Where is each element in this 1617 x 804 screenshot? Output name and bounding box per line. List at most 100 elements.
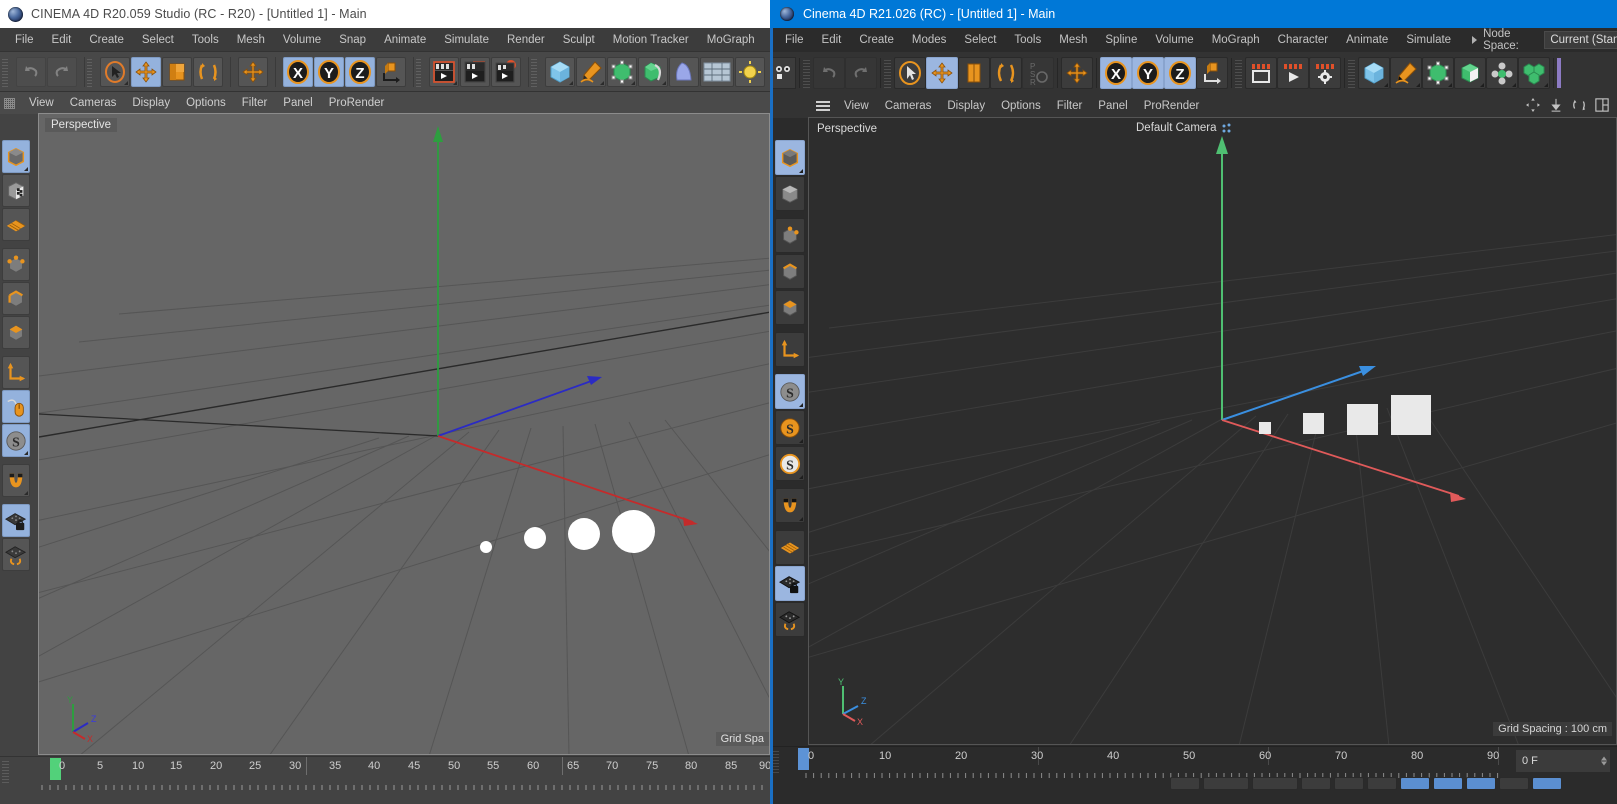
field-icon[interactable] [1518,57,1550,89]
spinner-icon[interactable] [1601,756,1607,766]
menu-item-character[interactable]: Character [1269,28,1338,52]
sphere-object-1[interactable] [480,541,492,553]
menu-item-edit[interactable]: Edit [43,28,81,52]
object-axis-icon[interactable] [2,356,30,389]
cube-object-4[interactable] [1391,395,1431,435]
camera-dots-icon[interactable] [1221,122,1233,140]
autokey-button[interactable] [1499,777,1529,790]
viewport-menu-panel[interactable]: Panel [275,97,320,109]
deformer-icon[interactable] [1454,57,1486,89]
viewport-menu-view[interactable]: View [836,100,877,112]
record-scale-button[interactable] [1433,777,1463,790]
commander-icon[interactable] [772,57,796,89]
magnet-icon[interactable] [2,464,30,497]
timeline-track[interactable]: 0 5 10 15 20 25 30 35 40 45 50 55 60 65 … [12,757,770,804]
scene-icon[interactable] [700,56,734,87]
magnet-icon[interactable] [775,488,805,523]
goto-end-button[interactable] [1334,777,1364,790]
points-icon[interactable] [775,218,805,253]
menu-item-animate[interactable]: Animate [1337,28,1397,52]
snap-mode-icon[interactable]: S [2,424,30,457]
rotate-icon[interactable] [193,56,224,87]
right-viewport[interactable]: Perspective Default Camera Y Z X Grid Sp… [808,117,1617,745]
edges-icon[interactable] [2,282,30,315]
viewport-menu-display[interactable]: Display [124,97,178,109]
axis-x-icon[interactable]: X [282,56,313,87]
menu-item-modes[interactable]: Modes [903,28,956,52]
snap-settings-icon[interactable]: S [775,446,805,481]
viewport-menu-options[interactable]: Options [993,100,1049,112]
toolbar-grip[interactable] [86,56,93,87]
undo-icon[interactable] [15,56,46,87]
pan-icon[interactable] [1526,98,1540,117]
viewport-menu-view[interactable]: View [21,97,62,109]
cube-primitive-icon[interactable] [1358,57,1390,89]
render-settings-icon[interactable] [491,56,522,87]
menu-item-create[interactable]: Create [80,28,133,52]
redo-icon[interactable] [46,56,77,87]
light-icon[interactable] [735,56,765,87]
workplane-icon[interactable] [2,208,30,241]
menu-item-animate[interactable]: Animate [375,28,435,52]
axis-x-icon[interactable]: X [1100,57,1132,89]
axis-z-icon[interactable]: Z [344,56,375,87]
menu-item-select[interactable]: Select [955,28,1005,52]
point-mode-icon[interactable] [2,140,30,173]
dolly-icon[interactable] [1549,98,1563,117]
scale-icon[interactable] [162,56,193,87]
toolbar-grip[interactable] [531,56,537,87]
sphere-object-2[interactable] [524,527,546,549]
grid-dots-icon[interactable] [4,97,15,109]
viewport-menu-prorender[interactable]: ProRender [1136,100,1208,112]
axis-y-icon[interactable]: Y [1132,57,1164,89]
enable-snapping-icon[interactable] [2,390,30,423]
menu-item-tools[interactable]: Tools [183,28,228,52]
workplane-rotate-icon[interactable] [2,538,30,571]
triangle-right-icon[interactable] [1472,36,1478,44]
texture-mode-icon[interactable] [2,174,30,207]
world-object-axis-icon[interactable] [1196,57,1228,89]
viewport-menu-options[interactable]: Options [178,97,234,109]
left-timeline[interactable]: 0 5 10 15 20 25 30 35 40 45 50 55 60 65 … [0,756,770,804]
workplane-rotate-icon[interactable] [775,602,805,637]
scale-icon[interactable] [958,57,990,89]
points-icon[interactable] [2,248,30,281]
axis-z-icon[interactable]: Z [1164,57,1196,89]
viewport-menu-prorender[interactable]: ProRender [321,97,393,109]
timeline-grip[interactable] [772,751,779,773]
cube-primitive-icon[interactable] [545,56,575,87]
sphere-object-4[interactable] [612,510,655,553]
world-object-axis-icon[interactable] [375,56,406,87]
node-space-control[interactable]: Node Space: Current (Standard/Phy [1472,28,1617,52]
menu-item-spline[interactable]: Spline [1096,28,1146,52]
viewport-menu-cameras[interactable]: Cameras [62,97,125,109]
polygons-icon[interactable] [775,290,805,325]
axis-y-icon[interactable]: Y [313,56,344,87]
render-settings-icon[interactable] [1309,57,1341,89]
snap-mode-icon[interactable]: S [775,410,805,445]
menu-item-simulate[interactable]: Simulate [1397,28,1460,52]
spline-pen-icon[interactable] [1390,57,1422,89]
move-icon[interactable] [926,57,958,89]
right-timeline[interactable]: 0 10 20 30 40 50 60 70 80 90 0 F [770,746,1617,790]
record-rotation-button[interactable] [1466,777,1496,790]
loop-button[interactable] [1367,777,1397,790]
toolbar-grip[interactable] [884,58,891,88]
menu-item-simulate[interactable]: Simulate [435,28,498,52]
node-space-value[interactable]: Current (Standard/Phy [1544,31,1617,49]
prev-frame-button[interactable] [1203,777,1249,790]
psr-lock-icon[interactable]: PSR [1022,57,1054,89]
menu-item-mograph[interactable]: MoGraph [1203,28,1269,52]
menu-item-create[interactable]: Create [850,28,903,52]
render-view-icon[interactable] [429,56,460,87]
move-icon[interactable] [131,56,162,87]
workplane-icon[interactable] [775,530,805,565]
menu-item-tools[interactable]: Tools [1005,28,1050,52]
menu-item-mograph[interactable]: MoGraph [698,28,764,52]
menu-item-render[interactable]: Render [498,28,554,52]
render-to-picture-viewer-icon[interactable] [1277,57,1309,89]
record-position-button[interactable] [1400,777,1430,790]
render-to-picture-viewer-icon[interactable] [460,56,491,87]
generator-icon[interactable] [1422,57,1454,89]
goto-start-button[interactable] [1170,777,1200,790]
